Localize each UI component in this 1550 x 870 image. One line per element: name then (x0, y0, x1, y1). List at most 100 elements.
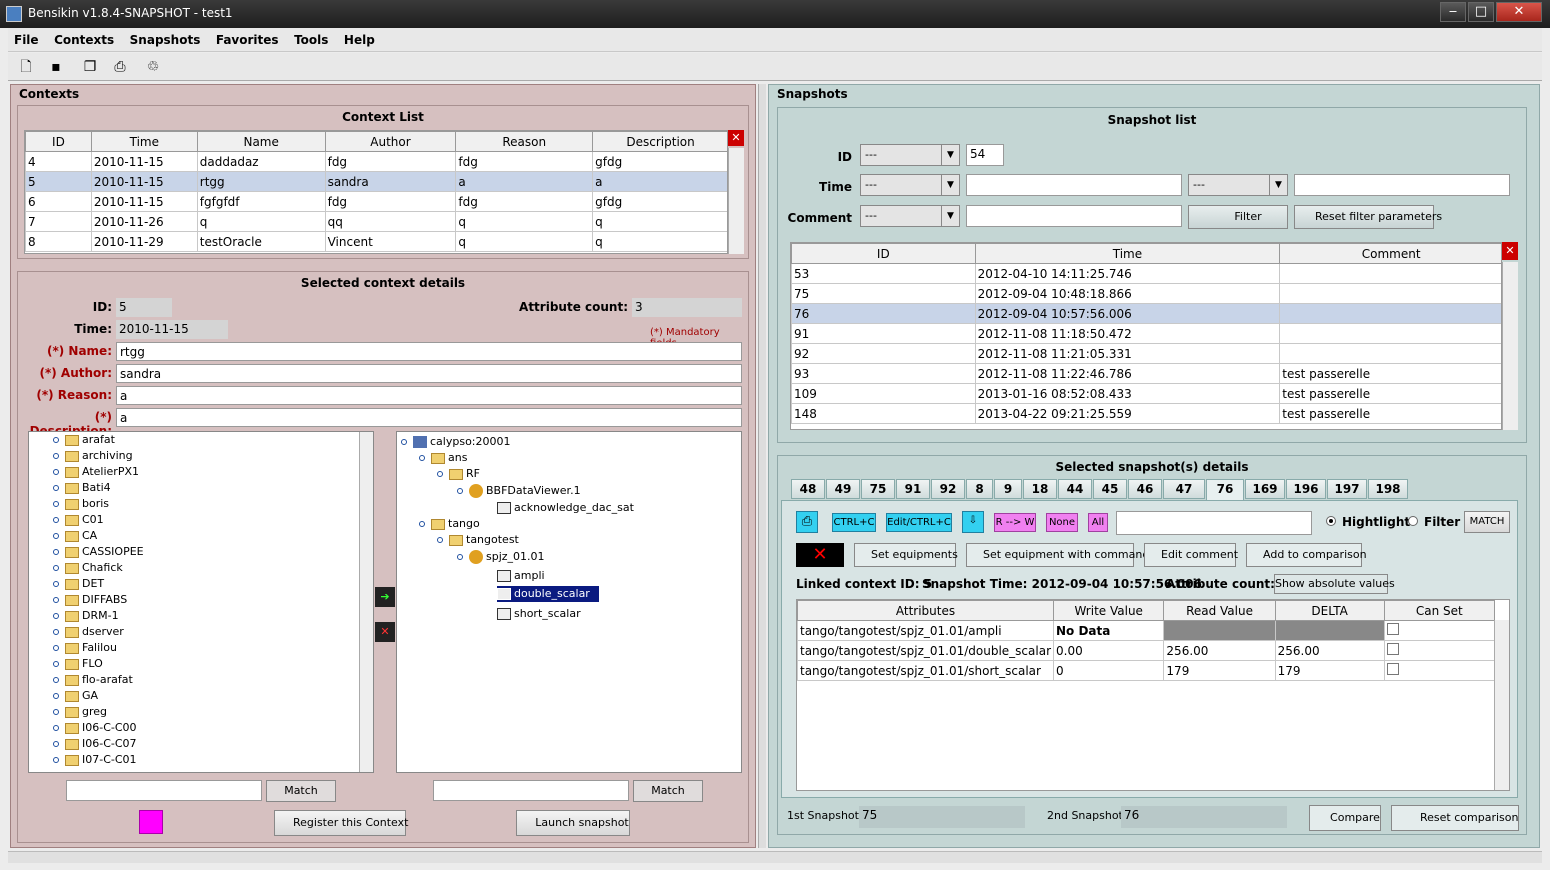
clear-x-icon[interactable]: ✕ (796, 543, 844, 567)
tree-toggle-icon[interactable] (53, 741, 59, 747)
snapshot-tab[interactable]: 197 (1327, 479, 1367, 499)
tree-toggle-icon[interactable] (53, 629, 59, 635)
tree-node-root[interactable]: calypso:20001 (401, 434, 511, 450)
tree-toggle-icon[interactable] (53, 565, 59, 571)
name-field[interactable]: rtgg (116, 342, 742, 361)
tree-node-ack[interactable]: acknowledge_dac_sat (497, 500, 634, 516)
snapshot-tab[interactable]: 46 (1128, 479, 1162, 499)
can-set-checkbox[interactable] (1383, 640, 1496, 661)
context-col-header[interactable]: Reason (455, 131, 594, 152)
attribute-col-header[interactable]: Attributes (797, 600, 1054, 621)
delete-snapshot-icon[interactable]: ✕ (1502, 242, 1518, 260)
tree-toggle-icon[interactable] (53, 581, 59, 587)
snapshot-row[interactable]: 93 2012-11-08 11:22:46.786 test passerelle (791, 363, 1501, 384)
tree-folder-item[interactable]: boris (53, 496, 109, 512)
tree-toggle-icon[interactable] (53, 709, 59, 715)
can-set-checkbox[interactable] (1383, 660, 1496, 681)
snapshot-row[interactable]: 91 2012-11-08 11:18:50.472 (791, 323, 1501, 344)
can-set-checkbox[interactable] (1383, 620, 1496, 641)
time-filter-input-2[interactable] (1294, 174, 1510, 196)
snapshot-col-header[interactable]: Comment (1279, 243, 1501, 264)
left-match-button[interactable]: Match (266, 780, 336, 802)
tree-toggle-icon[interactable] (53, 597, 59, 603)
menu-file[interactable]: File (8, 28, 45, 47)
left-match-input[interactable] (66, 780, 262, 801)
add-arrow-icon[interactable]: ➔ (375, 587, 395, 607)
snapshot-tab[interactable]: 92 (931, 479, 965, 499)
tree-folder-item[interactable]: dserver (53, 624, 124, 640)
tree-folder-item[interactable]: arafat (53, 432, 115, 448)
tree-folder-item[interactable]: flo-arafat (53, 672, 133, 688)
tree-folder-item[interactable]: I07-C-C01 (53, 752, 137, 768)
snapshot-row[interactable]: 92 2012-11-08 11:21:05.331 (791, 343, 1501, 364)
snapshot-tab[interactable]: 75 (861, 479, 895, 499)
tree-node-spjz[interactable]: spjz_01.01 (457, 549, 545, 565)
snapshot-tab[interactable]: 49 (826, 479, 860, 499)
filter-button[interactable]: Filter (1188, 205, 1288, 229)
read-to-write-button[interactable]: R --> W (994, 513, 1036, 532)
tree-folder-item[interactable]: CA (53, 528, 97, 544)
export-icon[interactable]: ⇩ (962, 511, 984, 533)
id-filter-input[interactable]: 54 (966, 144, 1004, 166)
tree-toggle-icon[interactable] (53, 677, 59, 683)
reason-field[interactable]: a (116, 386, 742, 405)
menu-contexts[interactable]: Contexts (48, 28, 120, 47)
tree-folder-item[interactable]: Falilou (53, 640, 117, 656)
ctrl-c-button[interactable]: CTRL+C (832, 513, 876, 532)
set-equipment-command-button[interactable]: Set equipment with command (966, 543, 1149, 567)
left-tree-scrollbar[interactable] (359, 432, 373, 772)
attribute-row[interactable]: tango/tangotest/spjz_01.01/ampli No Data (797, 620, 1496, 641)
delete-context-icon[interactable]: ✕ (728, 130, 744, 146)
maximize-icon[interactable]: □ (1468, 2, 1494, 22)
checkbox[interactable] (1386, 663, 1399, 675)
tree-folder-item[interactable]: FLO (53, 656, 103, 672)
edit-comment-button[interactable]: Edit comment (1144, 543, 1238, 567)
context-row[interactable]: 4 2010-11-15 daddadaz fdg fdg gfdg (25, 151, 727, 172)
snapshot-row[interactable]: 76 2012-09-04 10:57:56.006 (791, 303, 1501, 324)
tree-folder-item[interactable]: DIFFABS (53, 592, 127, 608)
attribute-col-header[interactable]: DELTA (1274, 600, 1385, 621)
snapshot-row[interactable]: 53 2012-04-10 14:11:25.746 (791, 263, 1501, 284)
id-operator-select[interactable]: --- ▼ (860, 144, 960, 166)
description-field[interactable]: a (116, 408, 742, 427)
tree-node-short-scalar[interactable]: short_scalar (497, 606, 581, 622)
tree-folder-item[interactable]: C01 (53, 512, 104, 528)
context-row[interactable]: 7 2010-11-26 q qq q q (25, 211, 727, 232)
tree-folder-item[interactable]: Bati4 (53, 480, 111, 496)
snapshot-tab[interactable]: 48 (791, 479, 825, 499)
menu-tools[interactable]: Tools (288, 28, 334, 47)
attribute-col-header[interactable]: Read Value (1163, 600, 1276, 621)
snapshot-tab[interactable]: 9 (994, 479, 1022, 499)
tree-folder-item[interactable]: DET (53, 576, 104, 592)
context-col-header[interactable]: Description (592, 131, 727, 152)
snapshot-row[interactable]: 148 2013-04-22 09:21:25.559 test passerell… (791, 403, 1501, 424)
context-row[interactable]: 8 2010-11-29 testOracle Vincent q q (25, 231, 727, 252)
snapshot-tab[interactable]: 196 (1286, 479, 1326, 499)
tree-node-rf[interactable]: RF (437, 466, 480, 482)
attribute-col-header[interactable]: Can Set (1383, 600, 1496, 621)
attributes-scrollbar[interactable] (1494, 620, 1509, 790)
tree-toggle-icon[interactable] (53, 501, 59, 507)
comment-filter-input[interactable] (966, 205, 1182, 227)
context-col-header[interactable]: ID (25, 131, 92, 152)
tree-folder-item[interactable]: archiving (53, 448, 133, 464)
minimize-icon[interactable]: ‒ (1440, 2, 1466, 22)
tree-toggle-icon[interactable] (53, 725, 59, 731)
snapshot-tab[interactable]: 76 (1206, 479, 1244, 501)
trash-icon[interactable]: ♲ (143, 57, 163, 77)
menu-snapshots[interactable]: Snapshots (124, 28, 207, 47)
tree-node-tango[interactable]: tango (419, 516, 480, 532)
attribute-row[interactable]: tango/tangotest/spjz_01.01/short_scalar 0… (797, 660, 1496, 681)
author-field[interactable]: sandra (116, 364, 742, 383)
edit-ctrl-c-button[interactable]: Edit/CTRL+C (886, 513, 952, 532)
tree-folder-item[interactable]: Chafick (53, 560, 123, 576)
print-snapshot-icon[interactable]: ⎙ (796, 511, 818, 533)
tree-node-bbf[interactable]: BBFDataViewer.1 (457, 483, 581, 499)
tree-toggle-icon[interactable] (53, 533, 59, 539)
tree-node-ampli[interactable]: ampli (497, 568, 545, 584)
snapshot-list-scrollbar[interactable] (1502, 262, 1518, 430)
tree-toggle-icon[interactable] (53, 517, 59, 523)
tree-folder-item[interactable]: CASSIOPEE (53, 544, 144, 560)
tree-node-tangotest[interactable]: tangotest (437, 532, 519, 548)
reset-comparison-button[interactable]: Reset comparison (1391, 805, 1519, 831)
